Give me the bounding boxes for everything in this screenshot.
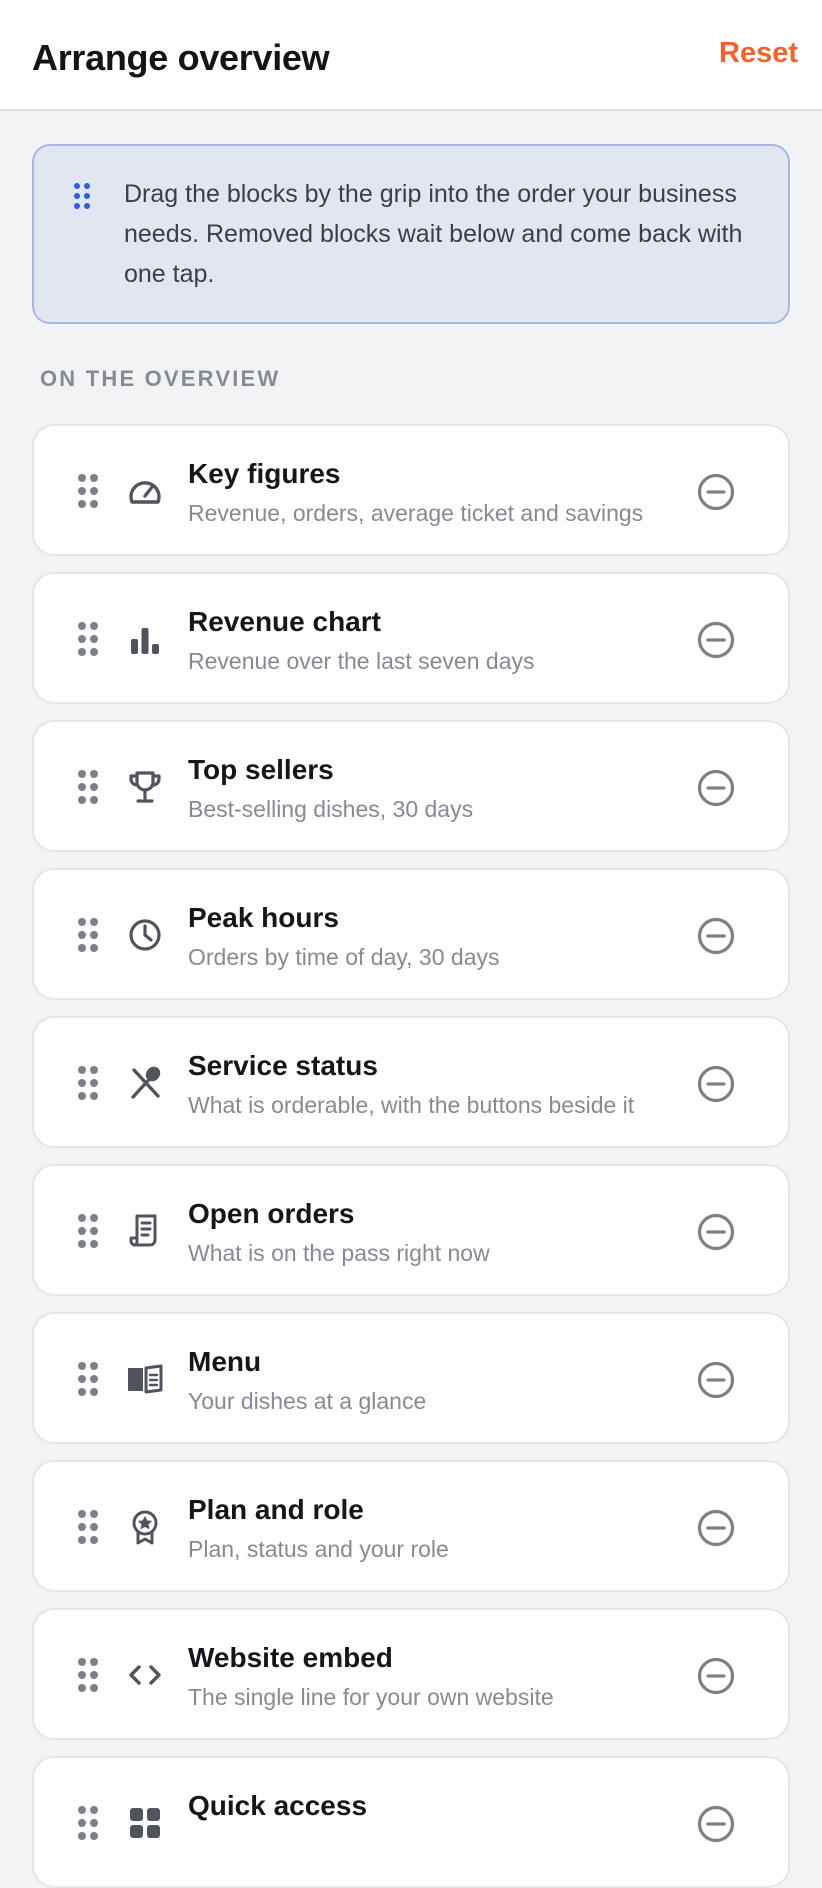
block-title: Open orders	[188, 1198, 355, 1229]
section-heading: ON THE OVERVIEW	[40, 366, 281, 391]
gauge-icon	[126, 472, 164, 510]
block-card-revenue-chart[interactable]: Revenue chart Revenue over the last seven…	[32, 572, 790, 704]
page-title: Arrange overview	[32, 37, 330, 78]
drag-handle-icon[interactable]	[78, 918, 98, 952]
top-bar: Arrange overview Reset	[0, 0, 822, 111]
block-title: Menu	[188, 1346, 262, 1377]
drag-handle-icon[interactable]	[78, 474, 98, 508]
drag-handle-icon[interactable]	[78, 622, 98, 656]
trophy-icon	[126, 768, 164, 806]
block-title: Service status	[188, 1050, 378, 1081]
block-card-top-sellers[interactable]: Top sellers Best-selling dishes, 30 days	[32, 720, 790, 852]
block-subtitle: Best-selling dishes, 30 days	[188, 796, 474, 822]
block-card-key-figures[interactable]: Key figures Revenue, orders, average tick…	[32, 424, 790, 556]
block-subtitle: What is orderable, with the buttons besi…	[188, 1092, 635, 1118]
drag-handle-icon[interactable]	[78, 770, 98, 804]
drag-handle-icon[interactable]	[78, 1806, 98, 1840]
block-subtitle: Orders by time of day, 30 days	[188, 944, 500, 970]
bar-chart-icon	[126, 620, 164, 658]
clock-icon	[126, 916, 164, 954]
block-subtitle: What is on the pass right now	[188, 1240, 490, 1266]
remove-block-button[interactable]	[696, 1508, 736, 1548]
block-title: Quick access	[188, 1790, 368, 1821]
grip-dots-icon	[74, 183, 90, 209]
block-title: Revenue chart	[188, 606, 381, 637]
block-card-quick-access[interactable]: Quick access	[32, 1756, 790, 1888]
block-title: Website embed	[188, 1642, 393, 1673]
drag-handle-icon[interactable]	[78, 1658, 98, 1692]
remove-block-button[interactable]	[696, 916, 736, 956]
block-title: Plan and role	[188, 1494, 364, 1525]
info-text: Drag the blocks by the grip into the ord…	[124, 180, 743, 288]
block-title: Key figures	[188, 458, 341, 489]
remove-block-button[interactable]	[696, 1064, 736, 1104]
drag-handle-icon[interactable]	[78, 1362, 98, 1396]
block-subtitle: Your dishes at a glance	[188, 1388, 427, 1414]
grid-icon	[126, 1804, 164, 1842]
block-subtitle: Revenue, orders, average ticket and savi…	[188, 500, 644, 526]
utensils-icon	[126, 1064, 164, 1102]
remove-block-button[interactable]	[696, 1656, 736, 1696]
block-subtitle: Plan, status and your role	[188, 1536, 449, 1562]
block-title: Peak hours	[188, 902, 339, 933]
info-banner: Drag the blocks by the grip into the ord…	[32, 144, 790, 324]
remove-block-button[interactable]	[696, 1212, 736, 1252]
book-open-icon	[126, 1360, 164, 1398]
block-card-peak-hours[interactable]: Peak hours Orders by time of day, 30 days	[32, 868, 790, 1000]
block-card-website-embed[interactable]: Website embed The single line for your ow…	[32, 1608, 790, 1740]
block-card-plan-and-role[interactable]: Plan and role Plan, status and your role	[32, 1460, 790, 1592]
remove-block-button[interactable]	[696, 472, 736, 512]
block-subtitle: The single line for your own website	[188, 1684, 554, 1710]
drag-handle-icon[interactable]	[78, 1214, 98, 1248]
block-title: Top sellers	[188, 754, 334, 785]
drag-handle-icon[interactable]	[78, 1510, 98, 1544]
remove-block-button[interactable]	[696, 1804, 736, 1844]
block-card-open-orders[interactable]: Open orders What is on the pass right now	[32, 1164, 790, 1296]
drag-handle-icon[interactable]	[78, 1066, 98, 1100]
receipt-icon	[126, 1212, 164, 1250]
block-card-service-status[interactable]: Service status What is orderable, with th…	[32, 1016, 790, 1148]
reset-button[interactable]: Reset	[719, 37, 798, 70]
remove-block-button[interactable]	[696, 620, 736, 660]
code-icon	[126, 1656, 164, 1694]
award-badge-icon	[126, 1508, 164, 1546]
remove-block-button[interactable]	[696, 1360, 736, 1400]
remove-block-button[interactable]	[696, 768, 736, 808]
block-card-menu[interactable]: Menu Your dishes at a glance	[32, 1312, 790, 1444]
block-subtitle: Revenue over the last seven days	[188, 648, 535, 674]
